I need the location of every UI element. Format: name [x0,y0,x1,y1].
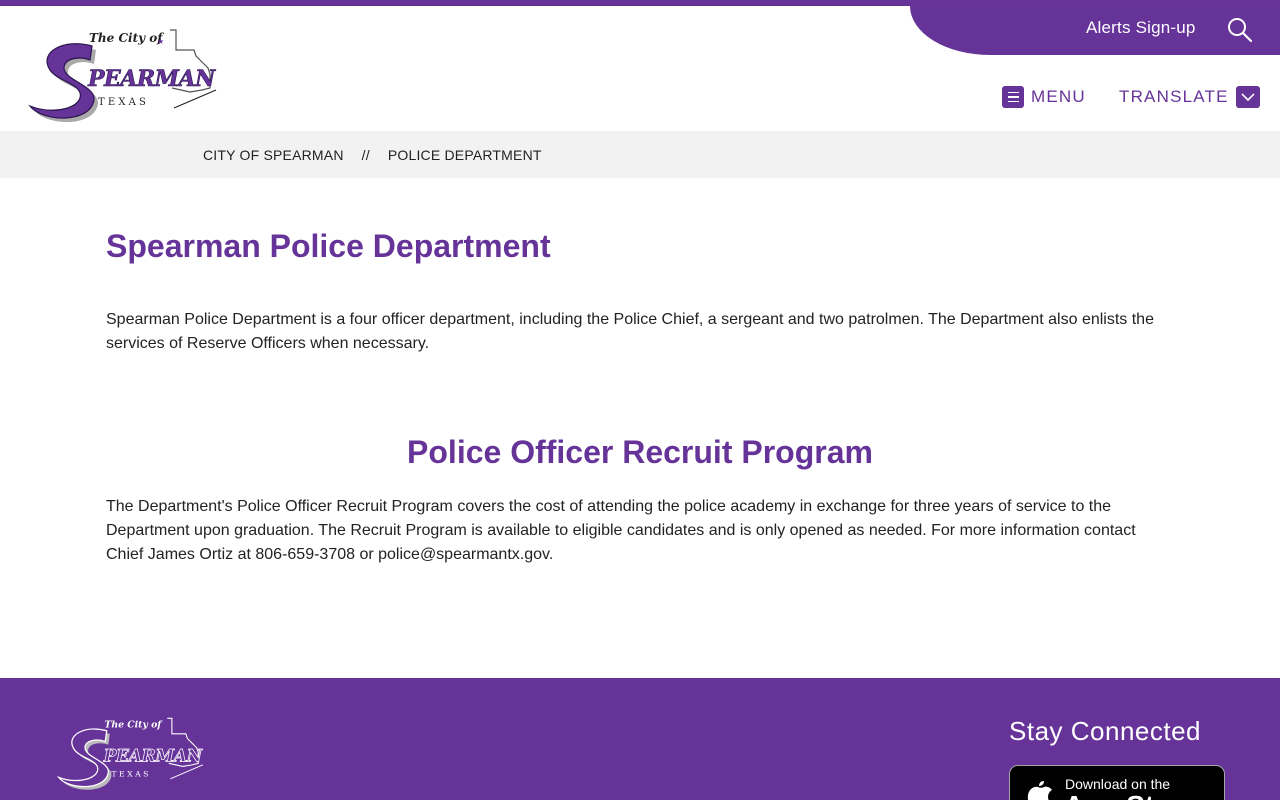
menu-label: MENU [1031,87,1086,106]
alerts-signup-link[interactable]: Alerts Sign-up [1086,18,1196,38]
svg-text:PEARMAN: PEARMAN [103,747,204,767]
recruit-paragraph: The Department's Police Officer Recruit … [106,498,1136,563]
footer-logo-image: The City of PEARMAN T E X A S [56,717,204,790]
translate-button[interactable]: TRANSLATE [1119,85,1260,109]
app-store-big-text: App Store [1064,790,1198,800]
page-title: Spearman Police Department [106,228,551,264]
chevron-down-icon [1235,86,1260,108]
svg-text:★: ★ [157,37,164,46]
site-footer: The City of PEARMAN T E X A S Stay Conne… [0,678,1280,800]
logo-text-top: The City of [89,31,164,45]
city-logo[interactable]: The City of ★ PEARMAN T E X A S [24,26,220,126]
stay-connected-heading: Stay Connected [1009,716,1202,746]
breadcrumb: CITY OF SPEARMAN // POLICE DEPARTMENT [0,131,1280,178]
apple-icon [1027,781,1052,800]
section-title: Police Officer Recruit Program [407,434,873,470]
logo-text-bottom: T E X A S [98,97,146,108]
utility-bar: Alerts Sign-up [910,6,1280,55]
svg-text:T E X A S: T E X A S [111,769,148,778]
app-store-button[interactable]: Download on the App Store [1009,765,1225,800]
city-logo-image: The City of ★ PEARMAN T E X A S [28,29,217,123]
svg-text:PEARMAN: PEARMAN [87,66,216,92]
breadcrumb-home-link[interactable]: CITY OF SPEARMAN [203,147,344,163]
intro-paragraph: Spearman Police Department is a four off… [106,311,1154,352]
search-button[interactable] [1226,16,1254,44]
site-header: Alerts Sign-up The City of ★ PEARMAN T E… [0,6,1280,131]
search-icon [1228,18,1253,43]
breadcrumb-current-link[interactable]: POLICE DEPARTMENT [388,147,542,163]
hamburger-icon [1002,86,1024,108]
footer-logo[interactable]: The City of PEARMAN T E X A S [54,714,206,794]
svg-text:The City of: The City of [104,720,163,731]
menu-button[interactable]: MENU [1002,85,1086,109]
breadcrumb-separator: // [361,147,370,163]
translate-label: TRANSLATE [1119,87,1229,106]
